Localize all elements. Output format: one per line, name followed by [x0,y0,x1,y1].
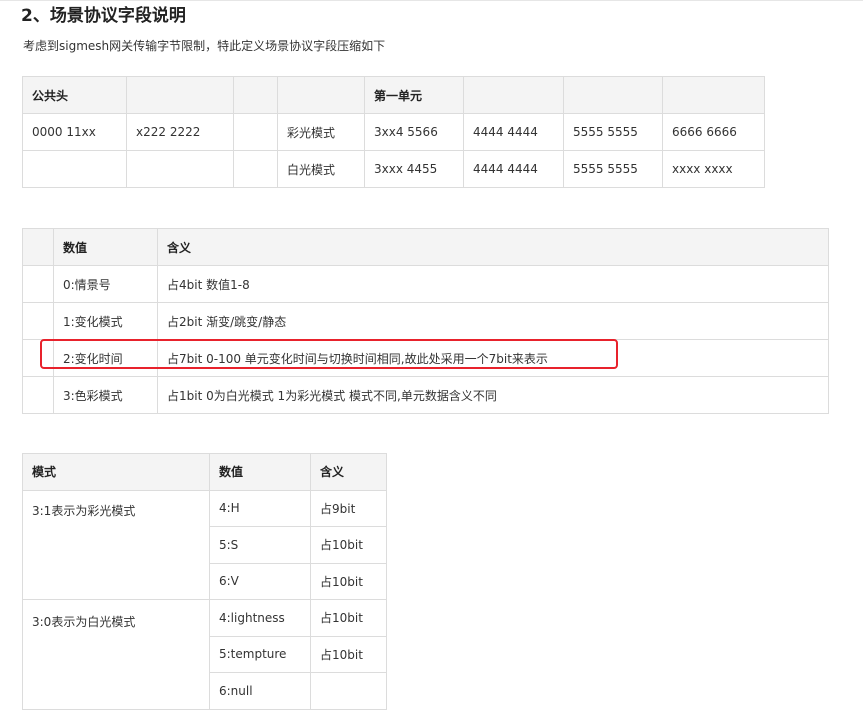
header-cell: 数值 [209,453,311,491]
mode-cell: 3:1表示为彩光模式 [22,489,210,600]
section-description: 考虑到sigmesh网关传输字节限制，特此定义场景协议字段压缩如下 [23,39,386,53]
table-cell [233,113,278,151]
header-cell [563,76,663,114]
table-header-row: 公共头 第一单元 [22,76,765,114]
header-cell: 第一单元 [364,76,464,114]
table-row: 3:色彩模式 占1bit 0为白光模式 1为彩光模式 模式不同,单元数据含义不同 [22,376,829,414]
table-cell: 占7bit 0-100 单元变化时间与切换时间相同,故此处采用一个7bit来表示 [157,339,829,377]
field-values-table: 数值 含义 0:情景号 占4bit 数值1-8 1:变化模式 占2bit 渐变/… [22,228,829,414]
table-cell: 占1bit 0为白光模式 1为彩光模式 模式不同,单元数据含义不同 [157,376,829,414]
table-cell: 5555 5555 [563,113,663,151]
table-cell: 6:V [209,562,311,600]
table-cell [233,150,278,188]
table-row: 3:0表示为白光模式 4:lightness 占10bit [22,599,387,710]
table-cell: 占10bit [310,526,387,564]
protocol-layout-table: 公共头 第一单元 0000 11xx x222 2222 彩光模式 3xx4 5… [22,76,765,188]
table-cell: 4:H [209,489,311,527]
table-cell: 4:lightness [209,599,311,637]
table-cell: 占10bit [310,562,387,600]
table-cell: 0000 11xx [22,113,127,151]
table-header-row: 模式 数值 含义 [22,453,387,491]
table-row: 白光模式 3xxx 4455 4444 4444 5555 5555 xxxx … [22,150,765,188]
header-cell: 含义 [310,453,387,491]
table-cell: 3xx4 5566 [364,113,464,151]
section-heading: 2、场景协议字段说明 [21,6,186,26]
header-cell [126,76,234,114]
table-cell [22,150,127,188]
table-row: 1:变化模式 占2bit 渐变/跳变/静态 [22,302,829,340]
table-cell: 4444 4444 [463,113,564,151]
table-row: 0:情景号 占4bit 数值1-8 [22,265,829,303]
header-cell [662,76,765,114]
table-cell: 2:变化时间 [53,339,158,377]
table-cell: 3xxx 4455 [364,150,464,188]
table-cell [22,376,54,414]
table-cell: 占10bit [310,635,387,673]
table-cell: 6666 6666 [662,113,765,151]
table-cell [22,265,54,303]
table-row: 3:1表示为彩光模式 4:H 占9bit [22,489,387,600]
table-cell [22,339,54,377]
top-divider [0,0,863,1]
table-cell: 4444 4444 [463,150,564,188]
table-cell: 占9bit [310,489,387,527]
table-cell [22,302,54,340]
table-cell: 占2bit 渐变/跳变/静态 [157,302,829,340]
header-cell [463,76,564,114]
header-cell [22,228,54,266]
table-cell: 彩光模式 [277,113,365,151]
table-cell: 1:变化模式 [53,302,158,340]
table-cell: 5555 5555 [563,150,663,188]
header-cell [277,76,365,114]
mode-cell: 3:0表示为白光模式 [22,599,210,710]
table-cell [310,672,387,710]
header-cell: 数值 [53,228,158,266]
header-cell: 模式 [22,453,210,491]
table-header-row: 数值 含义 [22,228,829,266]
table-cell: 占4bit 数值1-8 [157,265,829,303]
header-cell: 含义 [157,228,829,266]
table-cell [126,150,234,188]
table-cell: 6:null [209,672,311,710]
table-cell: xxxx xxxx [662,150,765,188]
table-cell: 0:情景号 [53,265,158,303]
table-row-highlighted: 2:变化时间 占7bit 0-100 单元变化时间与切换时间相同,故此处采用一个… [22,339,829,377]
table-cell: 5:tempture [209,635,311,673]
table-cell: 占10bit [310,599,387,637]
table-cell: 5:S [209,526,311,564]
table-cell: 白光模式 [277,150,365,188]
table-cell: 3:色彩模式 [53,376,158,414]
table-cell: x222 2222 [126,113,234,151]
header-cell: 公共头 [22,76,127,114]
table-row: 0000 11xx x222 2222 彩光模式 3xx4 5566 4444 … [22,113,765,151]
mode-details-table: 模式 数值 含义 3:1表示为彩光模式 4:H 占9bit 5:S 占10bit… [22,453,387,710]
header-cell [233,76,278,114]
